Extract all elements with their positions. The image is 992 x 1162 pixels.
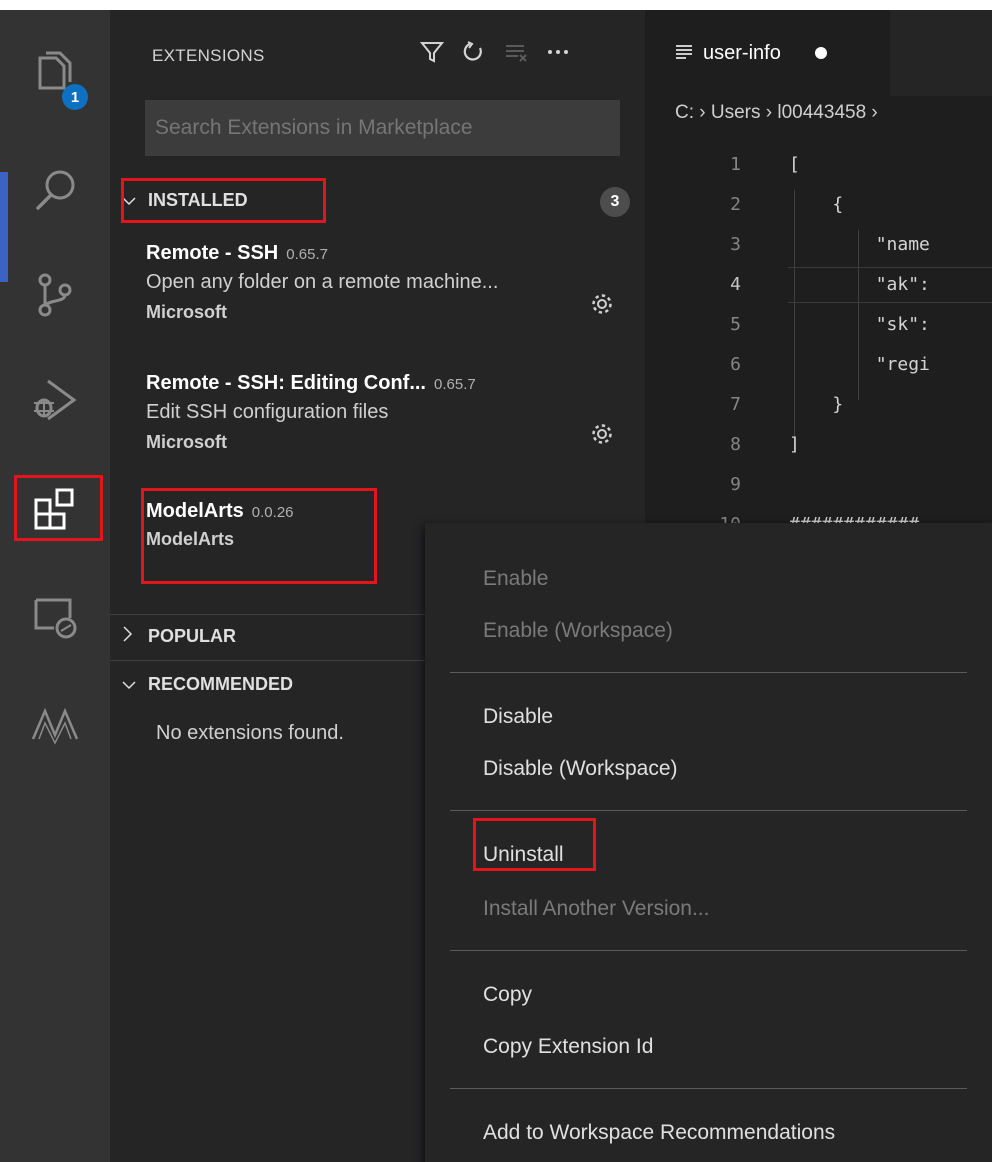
extension-name: ModelArts [146,500,244,522]
tab-user-info[interactable]: user-info [645,10,890,96]
line-content: "regi [789,354,930,375]
recommended-section-header[interactable]: RECOMMENDED [122,674,293,695]
modelarts-icon [29,705,81,745]
source-control-button[interactable] [0,250,110,340]
clear-results-icon[interactable] [504,40,528,71]
activity-bar: 1 [0,10,110,1162]
menu-separator [450,950,967,951]
recommended-label: RECOMMENDED [148,674,294,694]
menu-separator [450,672,967,673]
run-debug-icon [30,375,80,425]
search-box[interactable] [145,100,620,156]
popular-section-header[interactable]: POPULAR [122,626,236,647]
line-number: 8 [730,434,741,455]
breadcrumb[interactable]: C: › Users › l00443458 › [675,102,878,124]
extension-version: 0.0.26 [251,504,294,521]
line-number: 1 [730,154,741,175]
menu-item-disable[interactable]: Disable [483,705,553,729]
installed-count-badge: 3 [600,187,630,217]
line-content: } [789,394,844,415]
menu-item-uninstall[interactable]: Uninstall [483,843,564,867]
installed-label: INSTALLED [148,190,248,210]
menu-item-disable-workspace[interactable]: Disable (Workspace) [483,757,678,781]
search-view-button[interactable] [0,145,110,235]
manage-gear-icon[interactable] [590,292,614,321]
extension-publisher: Microsoft [146,302,227,322]
line-number: 7 [730,394,741,415]
refresh-icon[interactable] [462,40,486,71]
remote-explorer-button[interactable] [0,572,110,662]
popular-label: POPULAR [148,626,237,646]
no-extensions-message: No extensions found. [156,722,344,744]
extensions-button[interactable] [0,464,110,554]
manage-gear-icon[interactable] [590,422,614,451]
menu-separator [450,810,967,811]
chevron-right-icon [122,626,140,647]
line-number: 3 [730,234,741,255]
line-number: 2 [730,194,741,215]
code-line: 7 } [645,390,992,430]
extension-item-remote-ssh-edit[interactable]: Remote - SSH: Editing Conf... 0.65.7 Edit… [146,372,626,453]
run-debug-button[interactable] [0,355,110,445]
unsaved-dot-icon[interactable] [814,47,827,59]
chevron-down-icon [122,674,140,695]
menu-item-enable[interactable]: Enable [483,567,548,591]
line-number: 9 [730,474,741,495]
menu-item-copy-extension-id[interactable]: Copy Extension Id [483,1035,653,1059]
file-lines-icon [675,40,693,66]
code-line: 2 { [645,190,992,230]
extension-version: 0.65.7 [434,376,476,393]
line-number: 6 [730,354,741,375]
explorer-button[interactable]: 1 [0,30,110,120]
code-line: 1[ [645,150,992,190]
extension-item-remote-ssh[interactable]: Remote - SSH 0.65.7 Open any folder on a … [146,242,626,323]
code-line: 9 [645,470,992,510]
extensions-icon [30,484,80,534]
code-line: 3 "name [645,230,992,270]
vscode-window: 1 EXTENSIONS Search Extensions in Market… [0,10,992,1162]
menu-item-install-another-version[interactable]: Install Another Version... [483,897,709,921]
code-line: 5 "sk": [645,310,992,350]
line-number: 4 [730,274,741,295]
source-control-icon [33,270,77,320]
extension-publisher: Microsoft [146,432,227,452]
menu-item-enable-workspace[interactable]: Enable (Workspace) [483,619,673,643]
explorer-badge: 1 [62,84,88,110]
menu-item-add-to-workspace-recommendations[interactable]: Add to Workspace Recommendations [483,1121,835,1145]
line-content: "ak": [789,274,930,295]
extension-name: Remote - SSH: Editing Conf... [146,372,426,394]
modelarts-button[interactable] [0,680,110,770]
extension-context-menu: Enable Enable (Workspace) Disable Disabl… [425,523,992,1162]
extension-description: Open any folder on a remote machine... [146,271,499,293]
editor-tab-bar: user-info [645,10,992,96]
more-actions-icon[interactable] [546,40,570,71]
menu-item-copy[interactable]: Copy [483,983,532,1007]
line-content: "sk": [789,314,930,335]
installed-section-header[interactable]: INSTALLED [122,190,248,211]
search-icon [30,165,80,215]
code-line: 8] [645,430,992,470]
chevron-down-icon [122,190,140,211]
code-line: 4 "ak": [645,270,992,310]
menu-separator [450,1088,967,1089]
filter-icon[interactable] [419,40,445,71]
line-content: [ [789,154,800,175]
extension-description: Edit SSH configuration files [146,401,389,423]
line-content: { [789,194,844,215]
extension-version: 0.65.7 [286,246,328,263]
tab-label: user-info [703,41,781,64]
sidebar-title: EXTENSIONS [152,46,265,65]
code-line: 6 "regi [645,350,992,390]
line-number: 5 [730,314,741,335]
sidebar-actions [419,40,570,71]
remote-explorer-icon [30,592,80,642]
line-content: "name [789,234,930,255]
search-input[interactable] [145,100,620,156]
extension-name: Remote - SSH [146,242,279,264]
line-content: ] [789,434,800,455]
